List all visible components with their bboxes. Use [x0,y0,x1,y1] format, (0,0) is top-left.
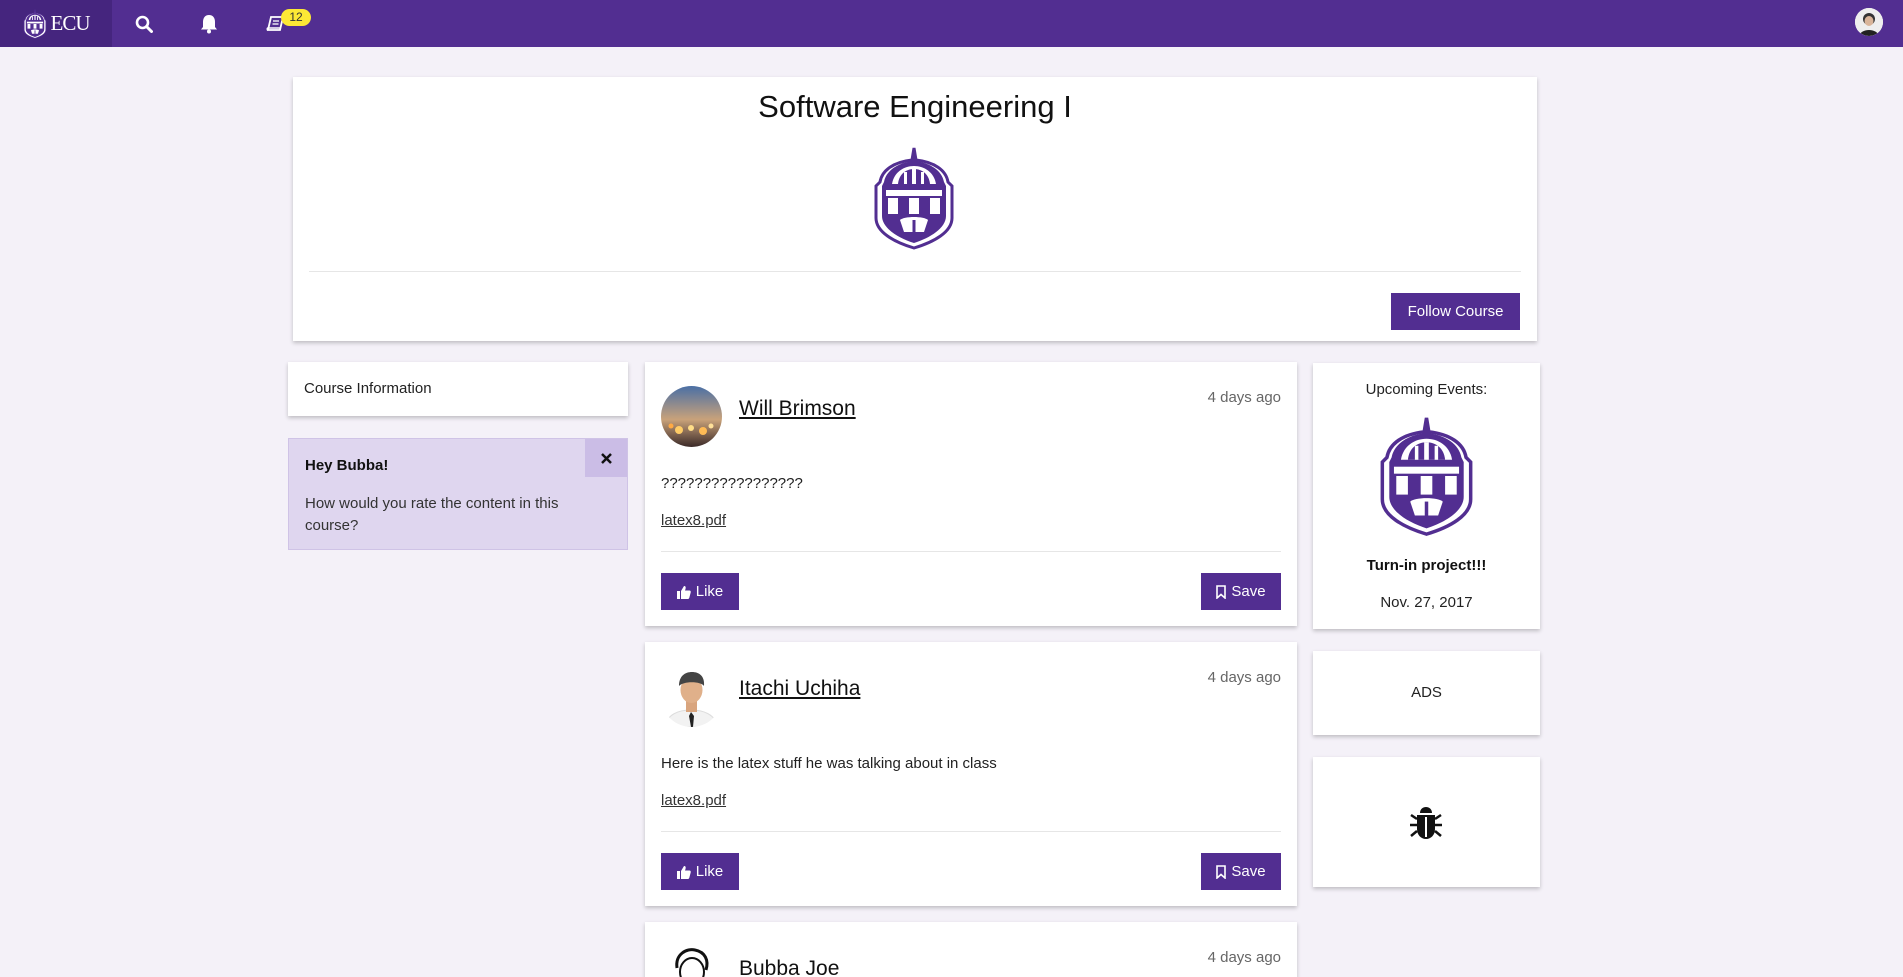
author-avatar[interactable] [661,386,722,447]
ads-card: ADS [1313,651,1540,735]
rating-question: How would you rate the content in this c… [305,495,559,534]
post-text: ????????????????? [661,475,803,492]
rating-prompt: Hey Bubba! How would you rate the conten… [288,438,628,550]
author-avatar[interactable] [661,946,722,977]
save-label: Save [1231,863,1266,880]
close-icon [600,452,612,464]
bug-report-card[interactable] [1313,757,1540,887]
post-timestamp: 4 days ago [1207,389,1281,406]
ecu-logo-icon [23,9,47,39]
like-button[interactable]: Like [661,853,739,890]
post-timestamp: 4 days ago [1207,669,1281,686]
like-label: Like [695,583,724,600]
ecu-shield-logo [874,146,954,250]
brand-text: ECU [50,11,91,35]
event-title[interactable]: Turn-in project!!! [1313,557,1540,574]
save-button[interactable]: Save [1201,853,1281,890]
author-avatar[interactable] [661,666,722,727]
post-card: Will Brimson 4 days ago ????????????????… [645,362,1297,626]
divider [661,551,1281,552]
bookmark-icon [1216,584,1227,599]
event-date: Nov. 27, 2017 [1380,594,1473,611]
divider [309,271,1521,272]
notifications-button[interactable] [184,0,234,47]
courses-count-badge: 12 [281,9,311,26]
divider [661,831,1281,832]
post-timestamp: 4 days ago [1207,949,1281,966]
upcoming-events-card: Upcoming Events: Turn-in project!!! Nov.… [1313,363,1540,629]
save-label: Save [1231,583,1266,600]
top-navbar: ECU 12 [0,0,1903,47]
post-card: Itachi Uchiha 4 days ago Here is the lat… [645,642,1297,906]
author-name[interactable]: Itachi Uchiha [739,677,860,701]
close-rating-prompt-button[interactable] [585,439,627,477]
post-text: Here is the latex stuff he was talking a… [661,755,997,772]
post-card: Bubba Joe 4 days ago [645,922,1297,977]
thumbs-up-icon [676,865,691,879]
search-button[interactable] [119,0,169,47]
save-button[interactable]: Save [1201,573,1281,610]
event-logo [1380,415,1473,537]
course-information-link[interactable]: Course Information [288,362,628,416]
bell-icon [201,14,217,33]
attachment-link[interactable]: latex8.pdf [661,512,726,529]
rating-greeting: Hey Bubba! [305,457,389,474]
attachment-link[interactable]: latex8.pdf [661,792,726,809]
course-information-label: Course Information [304,380,432,397]
user-avatar[interactable] [1855,8,1883,36]
author-name[interactable]: Bubba Joe [739,957,839,977]
ads-label: ADS [1411,684,1442,701]
home-logo-link[interactable]: ECU [0,0,112,47]
course-title: Software Engineering I [758,89,1072,124]
upcoming-events-heading: Upcoming Events: [1365,381,1488,398]
bug-icon[interactable] [1409,805,1443,841]
course-header-card: Software Engineering I Follow Course [293,77,1537,341]
like-button[interactable]: Like [661,573,739,610]
thumbs-up-icon [676,585,691,599]
bookmark-icon [1216,864,1227,879]
author-name[interactable]: Will Brimson [739,397,856,421]
follow-course-button[interactable]: Follow Course [1391,293,1520,330]
search-icon [135,15,153,33]
like-label: Like [695,863,724,880]
